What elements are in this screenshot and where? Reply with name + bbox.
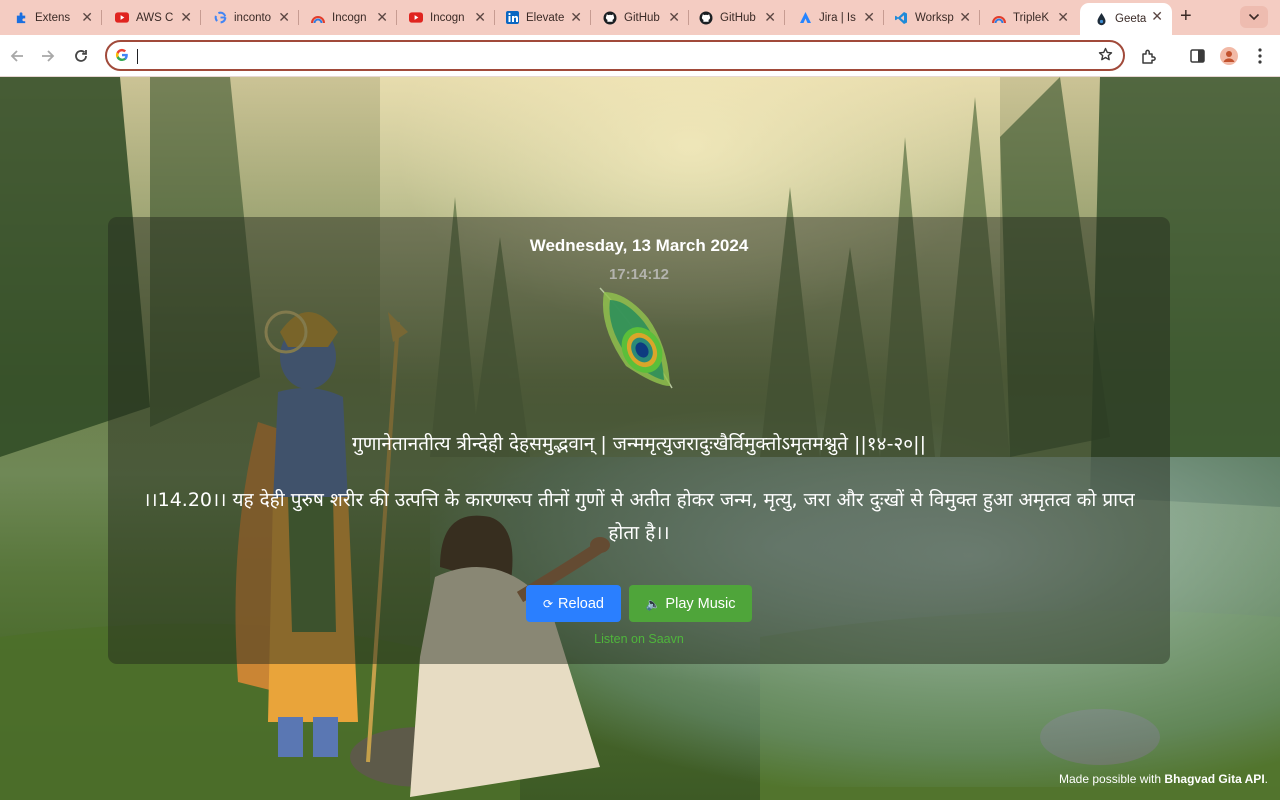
jira-icon [798, 11, 812, 25]
close-icon[interactable]: ✕ [376, 10, 388, 24]
tab-extensions[interactable]: Extens ✕ [0, 4, 102, 31]
browser-toolbar [0, 35, 1280, 77]
extensions-puzzle-icon[interactable] [1139, 46, 1159, 66]
rainbow-icon [311, 11, 325, 25]
hindi-translation: ।।14.20।। यह देही पुरुष शरीर की उत्पत्ति… [143, 489, 1135, 544]
sanskrit-verse: गुणानेतानतीत्य त्रीन्देही देहसमुद्भवान् … [352, 433, 926, 455]
tab-incognito-2[interactable]: Incogn ✕ [395, 4, 495, 31]
new-tab-icon[interactable]: + [1180, 6, 1192, 26]
github-icon [699, 11, 713, 25]
tab-strip: Extens ✕ AWS C ✕ inconto ✕ Incogn ✕ Inco… [0, 0, 1280, 35]
current-time: 17:14:12 [608, 266, 670, 283]
google-icon [115, 48, 129, 67]
close-icon[interactable]: ✕ [863, 10, 875, 24]
more-menu-icon[interactable] [1250, 46, 1270, 66]
tab-linkedin[interactable]: Elevate ✕ [491, 4, 591, 31]
reload-page-icon[interactable] [71, 46, 91, 66]
tab-incognito-1[interactable]: Incogn ✕ [297, 4, 397, 31]
back-arrow-icon[interactable] [7, 46, 27, 66]
tab-title: Jira | Is [819, 11, 856, 24]
reload-button-label: Reload [558, 595, 604, 612]
close-icon[interactable]: ✕ [474, 10, 486, 24]
close-icon[interactable]: ✕ [570, 10, 582, 24]
forward-arrow-icon[interactable] [38, 46, 58, 66]
tab-title: Geeta [1115, 13, 1147, 25]
github-icon [603, 11, 617, 25]
tab-title: Elevate [526, 11, 565, 24]
tab-search-chevron-icon[interactable] [1240, 6, 1268, 28]
close-icon[interactable]: ✕ [1057, 10, 1069, 24]
tab-github-2[interactable]: GitHub ✕ [685, 4, 785, 31]
footer-credit: Made possible with Bhagvad Gita API. [1059, 772, 1268, 786]
close-icon[interactable]: ✕ [81, 10, 93, 24]
tab-title: GitHub [624, 11, 660, 24]
google-icon [213, 11, 227, 25]
vscode-icon [894, 11, 908, 25]
tab-aws[interactable]: AWS C ✕ [101, 4, 201, 31]
tab-title: AWS C [136, 11, 174, 24]
tab-geeta[interactable]: Geeta ✕ [1080, 3, 1172, 35]
text-caret [137, 49, 138, 64]
close-icon[interactable]: ✕ [764, 10, 776, 24]
reload-icon: ⟳ [542, 596, 554, 611]
verse-card: Wednesday, 13 March 2024 17:14:12 गुणाने… [108, 217, 1170, 664]
tab-title: Incogn [430, 11, 465, 24]
tab-triplek[interactable]: TripleK ✕ [978, 4, 1078, 31]
footer-prefix: Made possible with [1059, 772, 1165, 786]
tab-google-search[interactable]: inconto ✕ [199, 4, 299, 31]
footer-suffix: . [1264, 772, 1268, 786]
current-date: Wednesday, 13 March 2024 [529, 236, 749, 255]
tab-jira[interactable]: Jira | Is ✕ [784, 4, 884, 31]
close-icon[interactable]: ✕ [278, 10, 290, 24]
saavn-link[interactable]: Listen on Saavn [108, 632, 1170, 646]
tab-title: GitHub [720, 11, 756, 24]
tab-title: Extens [35, 11, 71, 24]
tab-github-1[interactable]: GitHub ✕ [589, 4, 689, 31]
reload-button[interactable]: ⟳ Reload [526, 585, 621, 622]
gita-api-link[interactable]: Bhagvad Gita API [1164, 772, 1264, 786]
profile-avatar-icon[interactable] [1219, 46, 1239, 66]
play-music-label: Play Music [665, 595, 736, 612]
tab-title: Worksp [915, 11, 954, 24]
close-icon[interactable]: ✕ [180, 10, 192, 24]
side-panel-icon[interactable] [1187, 46, 1207, 66]
play-music-button[interactable]: 🔈 Play Music [629, 585, 752, 622]
drop-icon [1094, 12, 1108, 26]
address-bar[interactable] [105, 40, 1125, 71]
tab-title: Incogn [332, 11, 367, 24]
address-input[interactable] [139, 45, 1079, 67]
close-icon[interactable]: ✕ [959, 10, 971, 24]
close-icon[interactable]: ✕ [1151, 9, 1163, 23]
tab-title: TripleK [1013, 11, 1049, 24]
linkedin-icon [505, 11, 519, 25]
page-viewport: Wednesday, 13 March 2024 17:14:12 गुणाने… [0, 77, 1280, 800]
youtube-icon [409, 11, 423, 25]
close-icon[interactable]: ✕ [668, 10, 680, 24]
youtube-icon [115, 11, 129, 25]
rainbow-icon [992, 11, 1006, 25]
tab-workspace[interactable]: Worksp ✕ [880, 4, 980, 31]
tab-title: inconto [234, 11, 272, 24]
puzzle-icon [14, 11, 28, 25]
peacock-feather-icon [599, 287, 673, 389]
bookmark-star-icon[interactable] [1098, 47, 1113, 67]
speaker-icon: 🔈 [645, 596, 661, 611]
